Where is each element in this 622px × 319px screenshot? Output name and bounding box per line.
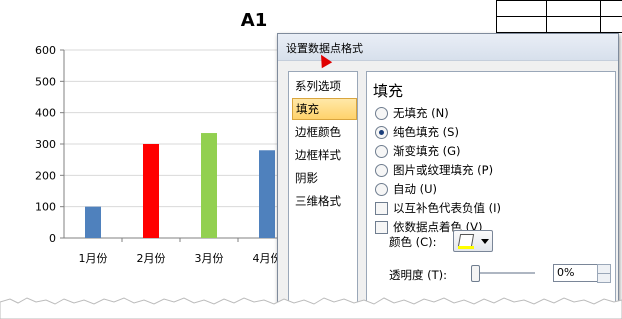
current-color-swatch — [458, 246, 474, 249]
spin-down-button[interactable] — [597, 273, 611, 283]
dialog-titlebar[interactable]: 设置数据点格式 — [278, 34, 618, 69]
y-tick-label: 100 — [35, 201, 56, 214]
transparency-slider-thumb[interactable] — [471, 265, 480, 282]
vary-colors-checkbox[interactable] — [375, 221, 388, 234]
bar-4月份[interactable] — [259, 150, 275, 238]
section-header: 填充 — [373, 82, 404, 100]
picture-fill-radio[interactable] — [375, 164, 388, 177]
bar-1月份[interactable] — [85, 206, 101, 238]
chart-title: A1 — [241, 10, 267, 31]
invert-negative-checkbox[interactable] — [375, 202, 388, 215]
color-label: 颜色 (C): — [389, 235, 437, 249]
nav-item-series-options[interactable]: 系列选项 — [292, 76, 355, 96]
format-data-point-dialog[interactable]: 设置数据点格式 系列选项 填充 边框颜色 边框样式 阴影 三维格式 填充 无填充… — [277, 33, 619, 315]
nav-item-fill[interactable]: 填充 — [292, 98, 357, 120]
gradient-fill-radio[interactable] — [375, 145, 388, 158]
picture-fill-label: 图片或纹理填充 (P) — [393, 163, 494, 177]
y-tick-label: 500 — [35, 75, 56, 88]
solid-fill-label: 纯色填充 (S) — [393, 125, 459, 139]
x-tick-label: 2月份 — [137, 252, 166, 265]
y-tick-label: 200 — [35, 169, 56, 182]
y-tick-label: 600 — [35, 44, 56, 57]
torn-paper-edge — [0, 297, 622, 319]
bar-3月份[interactable] — [201, 133, 217, 238]
fill-panel: 填充 无填充 (N) 纯色填充 (S) 渐变填充 (G) 图片或纹理填充 (P)… — [366, 71, 616, 309]
transparency-label: 透明度 (T): — [389, 268, 448, 282]
y-tick-label: 300 — [35, 138, 56, 151]
automatic-fill-radio[interactable] — [375, 183, 388, 196]
gradient-fill-label: 渐变填充 (G) — [393, 144, 461, 158]
transparency-slider-track[interactable] — [473, 272, 535, 274]
y-tick-label: 0 — [49, 232, 56, 245]
no-fill-radio[interactable] — [375, 107, 388, 120]
chevron-down-icon[interactable] — [481, 239, 489, 244]
nav-item-border-style[interactable]: 边框样式 — [292, 145, 355, 165]
nav-item-shadow[interactable]: 阴影 — [292, 168, 355, 188]
automatic-fill-label: 自动 (U) — [393, 182, 438, 196]
x-tick-label: 1月份 — [79, 252, 108, 265]
x-tick-label: 3月份 — [195, 252, 224, 265]
solid-fill-radio[interactable] — [375, 126, 388, 139]
category-list[interactable]: 系列选项 填充 边框颜色 边框样式 阴影 三维格式 — [288, 71, 358, 309]
y-tick-label: 400 — [35, 107, 56, 120]
no-fill-label: 无填充 (N) — [393, 106, 449, 120]
nav-item-border-color[interactable]: 边框颜色 — [292, 122, 355, 142]
nav-item-3d-format[interactable]: 三维格式 — [292, 191, 355, 211]
bar-2月份[interactable] — [143, 144, 159, 238]
transparency-input[interactable]: 0% — [553, 264, 598, 282]
invert-negative-label: 以互补色代表负值 (I) — [393, 201, 502, 215]
fill-color-picker-button[interactable] — [453, 230, 493, 252]
